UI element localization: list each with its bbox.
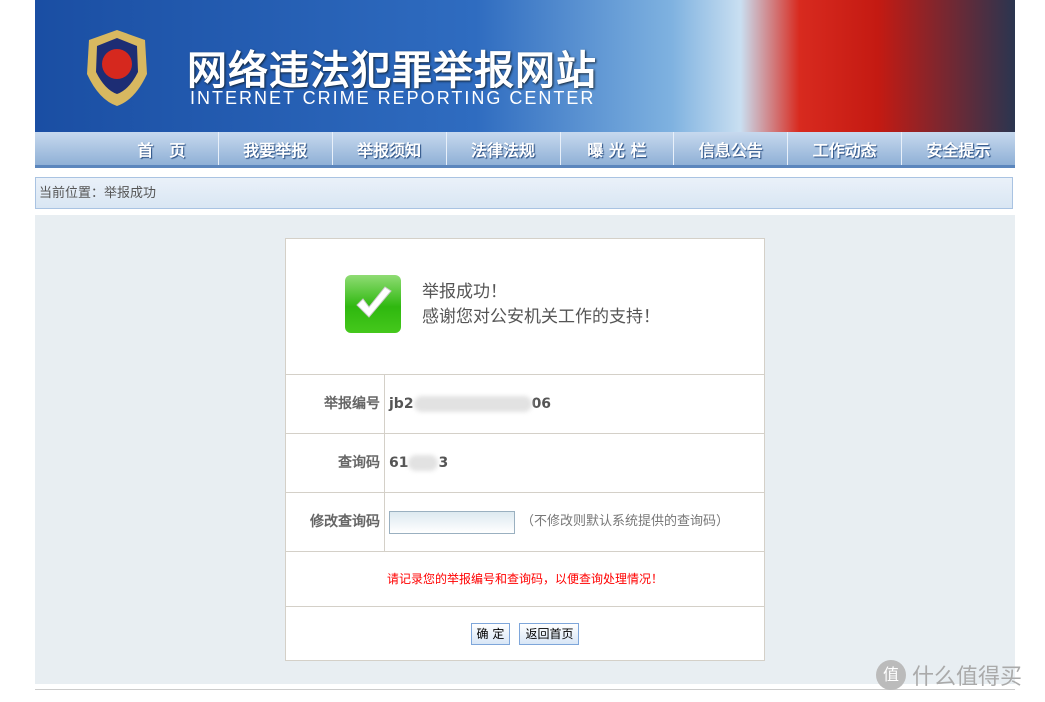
check-icon [345,275,401,333]
nav-exposure[interactable]: 曝 光 栏 [561,132,675,165]
query-code-label: 查询码 [286,434,385,492]
nav-home[interactable]: 首 页 [105,132,219,165]
report-number-suffix: 06 [531,396,552,412]
main-nav: 首 页 我要举报 举报须知 法律法规 曝 光 栏 信息公告 工作动态 安全提示 [35,132,1015,168]
site-subtitle: INTERNET CRIME REPORTING CENTER [190,88,596,108]
police-emblem-icon [87,30,147,106]
success-message: 感谢您对公安机关工作的支持！ [422,307,660,327]
modify-code-hint: （不修改则默认系统提供的查询码） [521,514,730,529]
breadcrumb: 当前位置：举报成功 [35,177,1013,209]
back-home-button[interactable]: 返回首页 [519,623,580,645]
warning-text: 请记录您的举报编号和查询码，以便查询处理情况！ [286,552,764,607]
redacted-blur [408,455,439,471]
watermark-logo-icon: 值 [876,660,906,690]
report-number-prefix: jb2 [389,396,414,412]
nav-laws[interactable]: 法律法规 [447,132,561,165]
watermark-text: 什么值得买 [912,665,1023,690]
success-title: 举报成功！ [422,282,507,302]
report-number-row: 举报编号 jb2 06 [286,375,764,434]
modify-code-input[interactable] [389,510,515,534]
query-code-prefix: 61 [389,455,409,471]
modify-code-row: 修改查询码 （不修改则默认系统提供的查询码） [286,493,764,552]
nav-report[interactable]: 我要举报 [219,132,333,165]
success-section: 举报成功！ 感谢您对公安机关工作的支持！ [286,239,764,375]
footer-divider [35,689,1015,690]
nav-safety[interactable]: 安全提示 [902,132,1015,165]
confirm-button[interactable]: 确 定 [470,623,511,645]
watermark: 值什么值得买 [876,659,1022,691]
main-content: 举报成功！ 感谢您对公安机关工作的支持！ 举报编号 jb2 06 查询码 61 3 … [35,215,1015,684]
result-panel: 举报成功！ 感谢您对公安机关工作的支持！ 举报编号 jb2 06 查询码 61 3 … [285,238,765,661]
nav-news[interactable]: 工作动态 [788,132,903,165]
query-code-row: 查询码 61 3 [286,434,764,493]
header-banner: 网络违法犯罪举报网站 INTERNET CRIME REPORTING CENT… [35,0,1015,132]
redacted-blur [413,396,532,412]
report-number-label: 举报编号 [286,375,385,433]
query-code-value: 61 3 [385,434,448,492]
modify-code-label: 修改查询码 [286,493,385,551]
query-code-suffix: 3 [438,455,449,471]
nav-announcements[interactable]: 信息公告 [674,132,789,165]
nav-notice[interactable]: 举报须知 [333,132,447,165]
report-number-value: jb2 06 [385,375,551,433]
